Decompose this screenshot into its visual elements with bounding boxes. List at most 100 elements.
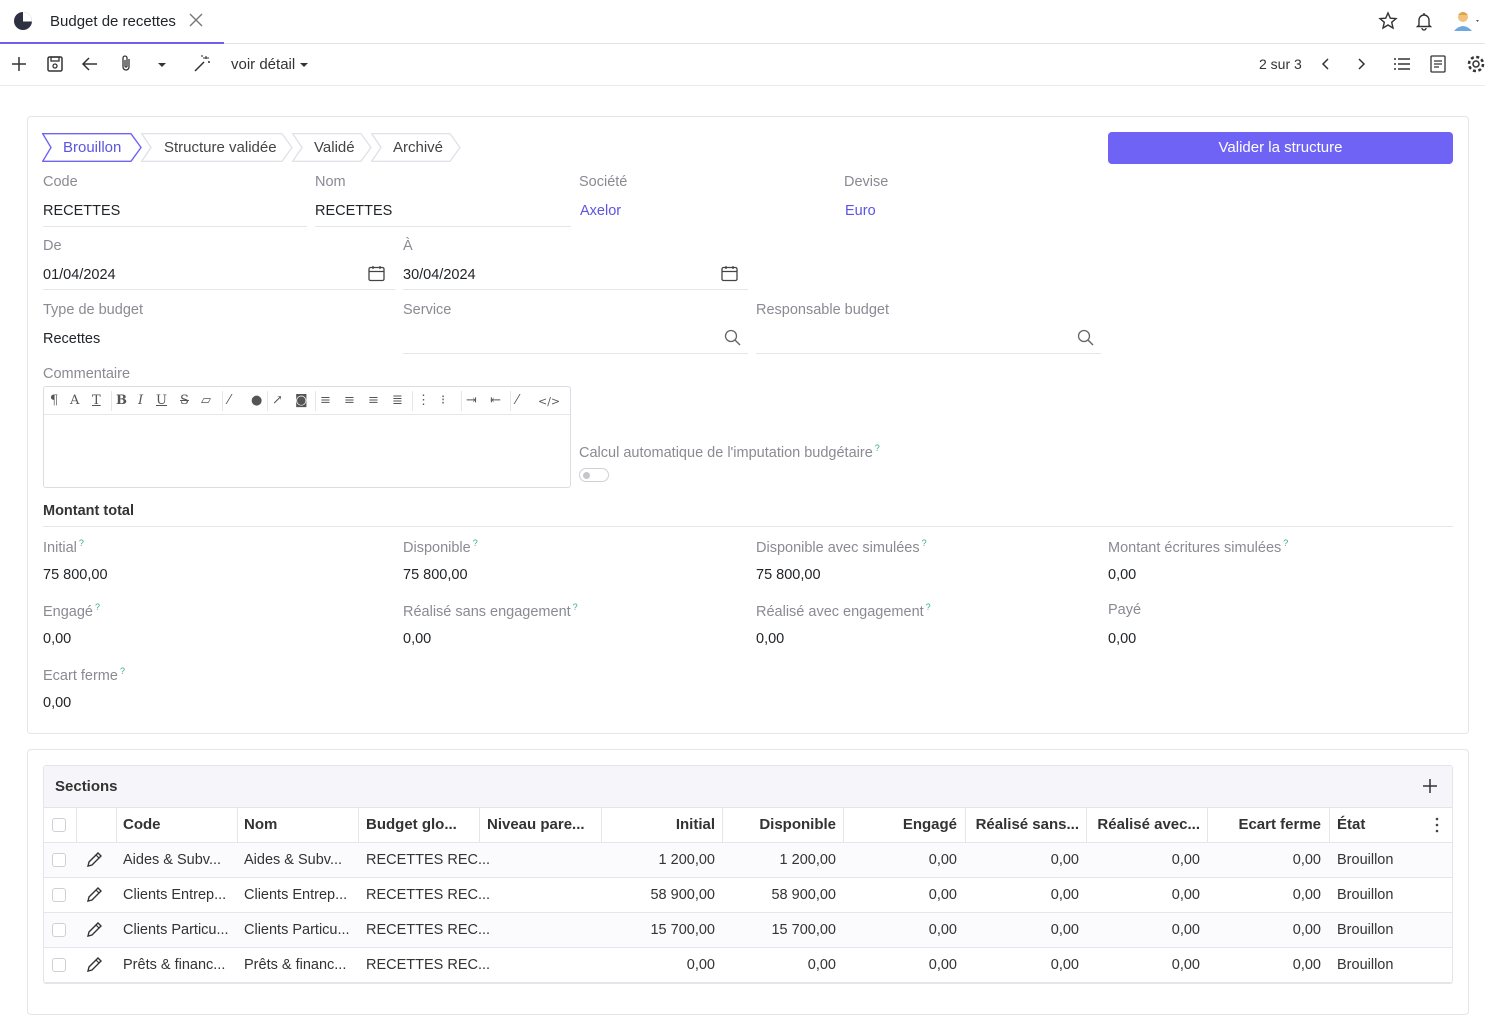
back-arrow-icon[interactable] <box>80 54 100 74</box>
close-icon[interactable] <box>188 12 204 28</box>
align-center-icon[interactable]: ≡ <box>344 393 355 408</box>
help-icon[interactable]: ? <box>875 443 880 453</box>
cell-realise-sans: 0,00 <box>1050 922 1079 938</box>
col-realise-sans[interactable]: Réalisé sans... <box>965 808 1079 842</box>
camera-icon[interactable]: ◙ <box>295 393 308 408</box>
help-icon[interactable]: ? <box>573 602 578 612</box>
col-etat[interactable]: État <box>1337 808 1365 842</box>
col-nom[interactable]: Nom <box>244 808 277 842</box>
comment-editor[interactable]: ¶ A T B I U S ▱ ⁄ ● ↗ ◙ ≡ ≡ ≡ ≣ ⋮ ⁝ ⇥ ⇤ … <box>43 386 571 488</box>
help-icon[interactable]: ? <box>79 538 84 548</box>
col-disponible[interactable]: Disponible <box>722 808 836 842</box>
paragraph-icon[interactable]: ¶ <box>50 393 58 408</box>
brush-icon[interactable]: ⁄ <box>228 393 230 408</box>
calcul-auto-label: Calcul automatique de l'imputation budgé… <box>579 443 880 461</box>
strikethrough-icon[interactable]: S <box>180 393 189 408</box>
step-brouillon[interactable]: Brouillon <box>42 133 142 162</box>
indent-icon[interactable]: ⇥ <box>466 393 477 408</box>
font-icon[interactable]: A <box>70 393 79 408</box>
gear-icon[interactable] <box>1466 54 1485 74</box>
help-icon[interactable]: ? <box>922 538 927 548</box>
bold-icon[interactable]: B <box>116 393 127 408</box>
code-underline <box>43 226 307 227</box>
row-checkbox[interactable] <box>52 888 66 902</box>
cell-ecart: 0,00 <box>1292 852 1321 868</box>
justify-icon[interactable]: ≣ <box>392 393 403 408</box>
calcul-auto-text: Calcul automatique de l'imputation budgé… <box>579 444 873 461</box>
search-icon[interactable] <box>723 328 742 347</box>
step-label: Validé <box>314 139 355 156</box>
col-code[interactable]: Code <box>123 808 161 842</box>
step-archive[interactable]: Archivé <box>371 133 461 162</box>
outdent-icon[interactable]: ⇤ <box>490 393 501 408</box>
star-icon[interactable] <box>1378 11 1398 31</box>
cell-code: Clients Entrep... <box>123 887 227 903</box>
devise-link[interactable]: Euro <box>845 203 876 219</box>
col-niveau-parent[interactable]: Niveau pare... <box>487 808 585 842</box>
help-icon[interactable]: ? <box>1283 538 1288 548</box>
add-section-icon[interactable] <box>1420 776 1440 796</box>
text-format-icon[interactable]: T <box>92 393 101 408</box>
row-checkbox[interactable] <box>52 958 66 972</box>
help-icon[interactable]: ? <box>120 666 125 676</box>
row-checkbox[interactable] <box>52 853 66 867</box>
col-budget-global[interactable]: Budget glo... <box>366 808 457 842</box>
nom-field[interactable]: RECETTES <box>315 203 392 219</box>
voir-detail-dropdown[interactable]: voir détail <box>231 56 309 73</box>
italic-icon[interactable]: I <box>138 393 143 408</box>
ordered-list-icon[interactable]: ⋮ <box>417 393 430 408</box>
chevron-right-icon[interactable] <box>1351 54 1371 74</box>
tab-bar: Budget de recettes <box>0 0 1485 44</box>
col-realise-avec[interactable]: Réalisé avec... <box>1086 808 1200 842</box>
a-date-field[interactable]: 30/04/2024 <box>403 267 476 283</box>
attachment-icon[interactable] <box>116 54 136 74</box>
avatar[interactable] <box>1452 9 1482 33</box>
align-right-icon[interactable]: ≡ <box>368 393 379 408</box>
societe-link[interactable]: Axelor <box>580 203 621 219</box>
row-checkbox[interactable] <box>52 923 66 937</box>
cell-budget: RECETTES REC... <box>366 957 491 973</box>
tab-budget-recettes[interactable]: Budget de recettes <box>0 0 224 44</box>
col-initial[interactable]: Initial <box>601 808 715 842</box>
save-icon[interactable] <box>45 54 65 74</box>
pager-text: 2 sur 3 <box>1259 56 1302 72</box>
external-link-icon[interactable]: ↗ <box>272 393 283 408</box>
clear-format-icon[interactable]: ⁄ <box>516 393 518 408</box>
step-valide[interactable]: Validé <box>292 133 372 162</box>
calendar-icon[interactable] <box>720 264 739 283</box>
edit-pencil-icon[interactable] <box>85 886 103 904</box>
valider-structure-button[interactable]: Valider la structure <box>1108 132 1453 164</box>
kebab-menu-icon[interactable] <box>1430 816 1444 834</box>
list-view-icon[interactable] <box>1392 54 1412 74</box>
col-ecart-ferme[interactable]: Ecart ferme <box>1207 808 1321 842</box>
help-icon[interactable]: ? <box>95 602 100 612</box>
edit-pencil-icon[interactable] <box>85 921 103 939</box>
unordered-list-icon[interactable]: ⁝ <box>441 393 445 408</box>
chevron-left-icon[interactable] <box>1316 54 1336 74</box>
align-left-icon[interactable]: ≡ <box>320 393 331 408</box>
col-engage[interactable]: Engagé <box>843 808 957 842</box>
help-icon[interactable]: ? <box>926 602 931 612</box>
select-all-checkbox[interactable] <box>52 818 66 832</box>
cell-nom: Aides & Subv... <box>244 852 343 868</box>
help-icon[interactable]: ? <box>473 538 478 548</box>
code-view-icon[interactable]: </> <box>538 395 560 408</box>
magic-wand-icon[interactable] <box>192 54 212 74</box>
edit-pencil-icon[interactable] <box>85 956 103 974</box>
cell-engage: 0,00 <box>928 957 957 973</box>
underline-icon[interactable]: U <box>156 393 167 408</box>
bell-icon[interactable] <box>1414 11 1434 31</box>
calendar-icon[interactable] <box>367 264 386 283</box>
step-structure-validee[interactable]: Structure validée <box>141 133 293 162</box>
form-view-icon[interactable] <box>1428 54 1448 74</box>
add-icon[interactable] <box>9 54 29 74</box>
edit-pencil-icon[interactable] <box>85 851 103 869</box>
eraser-icon[interactable]: ▱ <box>201 393 211 408</box>
caret-down-icon[interactable] <box>152 54 172 74</box>
engage-value: 0,00 <box>43 631 72 647</box>
calcul-auto-toggle[interactable] <box>579 468 609 482</box>
search-icon[interactable] <box>1076 328 1095 347</box>
color-drop-icon[interactable]: ● <box>251 393 262 408</box>
code-field[interactable]: RECETTES <box>43 203 120 219</box>
de-date-field[interactable]: 01/04/2024 <box>43 267 116 283</box>
